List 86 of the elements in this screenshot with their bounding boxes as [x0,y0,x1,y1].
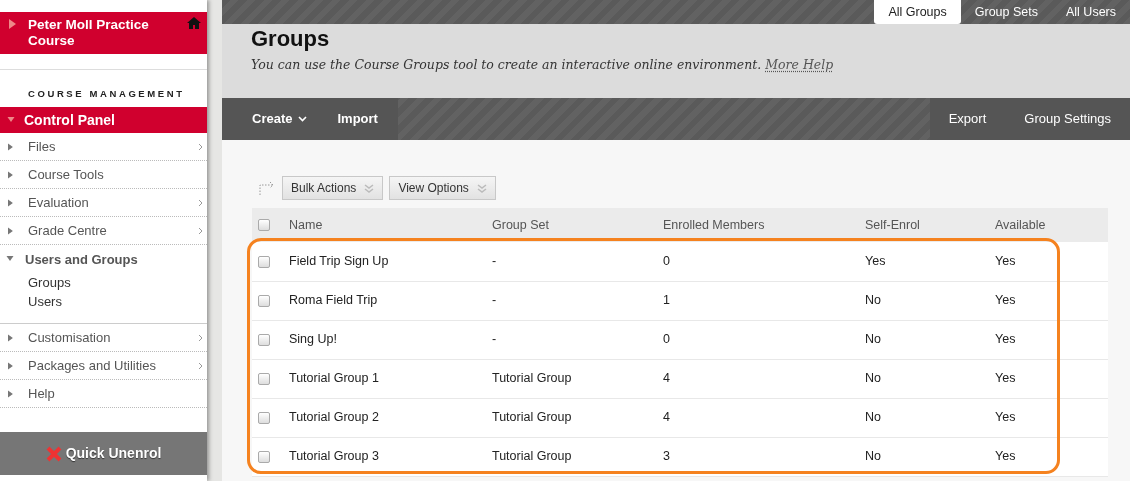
action-button[interactable]: Group Settings [1005,98,1130,141]
table-cell: Tutorial Group 3 [289,449,379,464]
table-cell: 0 [663,254,670,268]
panel-label: Control Panel [24,110,115,130]
tab[interactable]: Group Sets [960,0,1052,24]
table-cell: Tutorial Group 2 [289,410,379,425]
list-action-button[interactable]: Bulk Actions [282,176,384,201]
help-link[interactable]: More Help [765,57,834,73]
table-cell: No [865,371,881,386]
table-cell: 4 [663,371,670,386]
expanded-arrow-icon[interactable] [5,255,15,263]
table-cell: 4 [663,410,670,425]
chevron-icon[interactable] [198,142,203,151]
row-checkbox[interactable] [258,411,270,424]
table-cell: - [492,332,497,347]
table-cell: Yes [865,254,886,268]
table-cell: Tutorial Group [492,410,572,425]
action-button[interactable]: Import [325,98,398,141]
table-cell: Tutorial Group 1 [289,371,379,386]
collapsed-arrow-icon[interactable] [8,225,15,236]
row-checkbox[interactable] [258,333,270,346]
home-icon[interactable] [187,17,201,29]
sidebar-item[interactable]: Users and Groups [25,249,207,269]
action-button[interactable]: Export [929,98,1006,141]
table-cell: - [492,254,497,268]
control-panel-header[interactable]: Control Panel [0,107,207,134]
sidebar-item[interactable]: Files [28,137,198,157]
select-all-checkbox[interactable] [258,219,270,232]
table-cell: - [492,293,497,308]
table-cell: Yes [995,410,1016,425]
course-title-bar[interactable]: Peter Moll Practice Course [0,12,207,54]
collapsed-arrow-icon[interactable] [8,197,15,208]
row-checkbox[interactable] [258,372,270,385]
table-cell: Tutorial Group [492,449,572,464]
table-cell: No [865,293,881,308]
row-checkbox[interactable] [258,294,270,307]
sidebar-item[interactable]: Grade Centre [28,221,198,241]
sidebar-subitem[interactable]: Groups [28,273,207,293]
list-action-button[interactable]: View Options [389,176,496,201]
table-cell: Yes [995,332,1016,347]
table-cell: No [865,332,881,347]
connector-arrow-icon [258,181,276,196]
expanded-arrow-icon[interactable] [6,116,16,124]
chevron-icon[interactable] [198,361,203,370]
table-cell: 0 [663,332,670,347]
table-cell: Yes [995,293,1016,308]
table-cell: Yes [995,254,1016,268]
sidebar-item[interactable]: Packages and Utilities [28,356,198,376]
course-title[interactable]: Peter Moll Practice Course [28,17,187,49]
page-title: Groups [251,26,331,53]
chevron-icon[interactable] [198,198,203,207]
tab[interactable]: All Users [1052,0,1130,24]
sidebar-item[interactable]: Customisation [28,328,198,348]
double-chevron-icon [364,183,375,193]
caret-icon [298,116,308,123]
sidebar-item[interactable]: Course Tools [28,165,207,185]
table-cell: 1 [663,293,670,308]
table-cell: Sing Up! [289,332,337,347]
quick-unenrol-button[interactable]: Quick Unenrol [0,432,207,475]
row-checkbox[interactable] [258,450,270,463]
collapsed-arrow-icon[interactable] [8,169,15,180]
sidebar-subitem[interactable]: Users [28,292,207,312]
table-cell: No [865,410,881,425]
collapsed-arrow-icon[interactable] [8,388,15,399]
table-cell: Field Trip Sign Up [289,254,389,268]
create-menu-button[interactable]: Create [222,98,326,141]
collapsed-arrow-icon[interactable] [8,360,15,371]
collapsed-arrow-icon[interactable] [8,141,15,152]
collapsed-arrow-icon [9,19,16,29]
column-header[interactable]: Available [994,208,1108,243]
table-cell: Yes [995,371,1016,386]
chevron-icon[interactable] [198,333,203,342]
page-description: You can use the Course Groups tool to create an interactive online environment. More Help [251,56,835,75]
tab[interactable]: All Groups [874,0,961,24]
chevron-icon[interactable] [198,226,203,235]
table-cell: Roma Field Trip [289,293,378,308]
table-cell: Yes [995,449,1016,464]
collapsed-arrow-icon[interactable] [8,332,15,343]
sidebar-item[interactable]: Help [28,384,207,404]
table-cell: Tutorial Group [492,371,572,386]
row-checkbox[interactable] [258,255,270,268]
double-chevron-icon [476,183,487,193]
close-icon [45,445,62,462]
table-cell: 3 [663,449,670,464]
table-cell: No [865,449,881,464]
sidebar-item[interactable]: Evaluation [28,193,198,213]
